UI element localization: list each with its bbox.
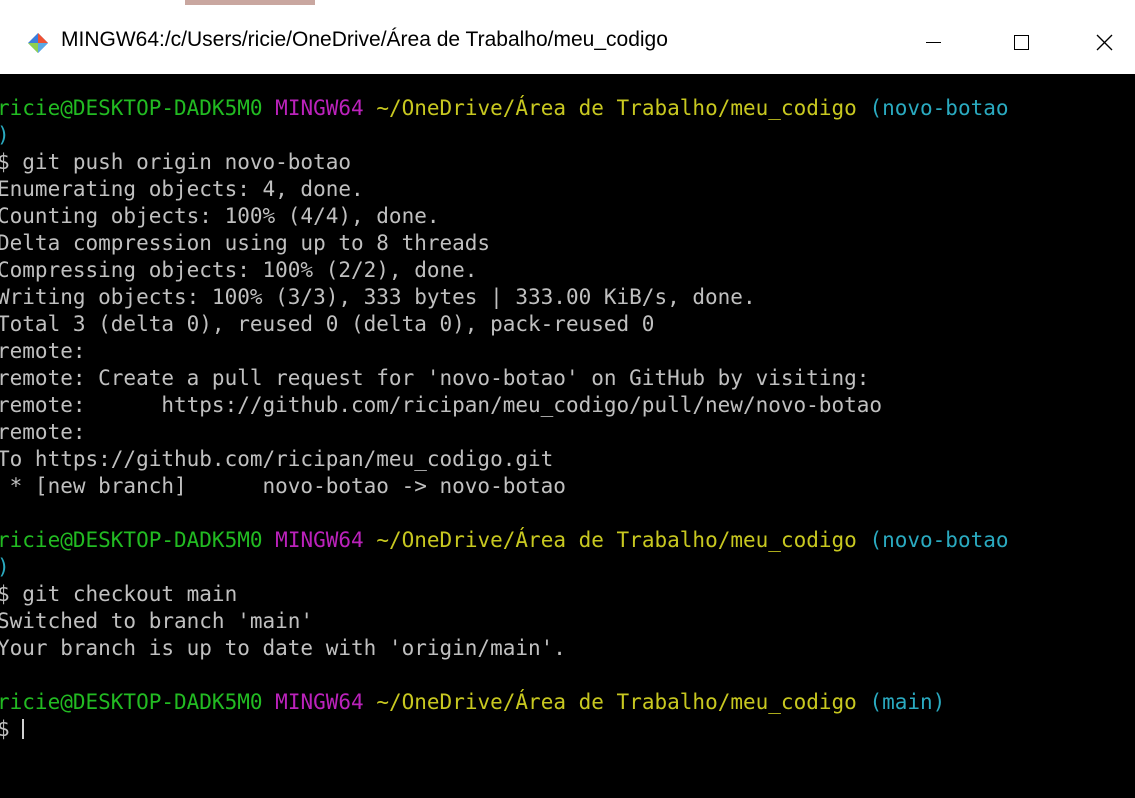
maximize-icon xyxy=(1013,34,1029,50)
prompt-line-wrap: ) xyxy=(0,554,1009,581)
prompt-user: ricie@DESKTOP-DADK5M0 xyxy=(0,96,263,120)
output-line: Total 3 (delta 0), reused 0 (delta 0), p… xyxy=(0,312,655,336)
close-button[interactable] xyxy=(1074,20,1135,64)
prompt-line-wrap: ) xyxy=(0,122,1009,149)
terminal-output: ricie@DESKTOP-DADK5M0 MINGW64 ~/OneDrive… xyxy=(0,95,1009,743)
prompt-user: ricie@DESKTOP-DADK5M0 xyxy=(0,528,263,552)
prompt-path: ~/OneDrive/Área de Trabalho/meu_codigo xyxy=(376,690,857,714)
prompt-branch: (novo-botao xyxy=(869,528,1009,552)
maximize-button[interactable] xyxy=(985,20,1057,64)
terminal-area[interactable]: ricie@DESKTOP-DADK5M0 MINGW64 ~/OneDrive… xyxy=(0,74,1135,798)
output-line: To https://github.com/ricipan/meu_codigo… xyxy=(0,447,554,471)
title-bar[interactable]: MINGW64:/c/Users/ricie/OneDrive/Área de … xyxy=(0,10,1135,74)
prompt-host: MINGW64 xyxy=(275,690,364,714)
prompt-host: MINGW64 xyxy=(275,96,364,120)
window-title: MINGW64:/c/Users/ricie/OneDrive/Área de … xyxy=(61,28,668,51)
output-line: Compressing objects: 100% (2/2), done. xyxy=(0,258,478,282)
output-line: * [new branch] novo-botao -> novo-botao xyxy=(0,474,566,498)
output-line: Delta compression using up to 8 threads xyxy=(0,231,491,255)
blank-line xyxy=(0,500,1009,527)
minimize-button[interactable] xyxy=(897,20,969,64)
prompt-host: MINGW64 xyxy=(275,528,364,552)
command-line: $ git checkout main xyxy=(0,582,238,606)
output-line: remote: https://github.com/ricipan/meu_c… xyxy=(0,393,883,417)
top-edge-strip xyxy=(0,0,1135,10)
input-line[interactable]: $ xyxy=(0,716,1009,743)
command-line: $ git push origin novo-botao xyxy=(0,150,352,174)
output-line: remote: Create a pull request for 'novo-… xyxy=(0,366,870,390)
blank-line xyxy=(0,662,1009,689)
prompt-line: ricie@DESKTOP-DADK5M0 MINGW64 ~/OneDrive… xyxy=(0,95,1009,122)
top-edge-accent xyxy=(185,0,315,5)
prompt-branch-close: ) xyxy=(0,123,10,147)
text-cursor xyxy=(22,719,25,739)
output-line: remote: xyxy=(0,420,86,444)
output-line: remote: xyxy=(0,339,86,363)
prompt-line: ricie@DESKTOP-DADK5M0 MINGW64 ~/OneDrive… xyxy=(0,689,1009,716)
output-line: Enumerating objects: 4, done. xyxy=(0,177,364,201)
prompt-line: ricie@DESKTOP-DADK5M0 MINGW64 ~/OneDrive… xyxy=(0,527,1009,554)
prompt-branch-close: ) xyxy=(0,555,10,579)
output-line: Counting objects: 100% (4/4), done. xyxy=(0,204,440,228)
git-bash-icon xyxy=(28,33,48,53)
prompt-branch: (novo-botao xyxy=(869,96,1009,120)
minimize-icon xyxy=(925,41,941,43)
prompt-branch: (main) xyxy=(869,690,946,714)
output-line: Switched to branch 'main' xyxy=(0,609,314,633)
prompt-path: ~/OneDrive/Área de Trabalho/meu_codigo xyxy=(376,528,857,552)
close-icon xyxy=(1096,34,1113,50)
prompt-symbol: $ xyxy=(0,717,10,741)
output-line: Writing objects: 100% (3/3), 333 bytes |… xyxy=(0,285,756,309)
prompt-user: ricie@DESKTOP-DADK5M0 xyxy=(0,690,263,714)
output-line: Your branch is up to date with 'origin/m… xyxy=(0,636,566,660)
prompt-path: ~/OneDrive/Área de Trabalho/meu_codigo xyxy=(376,96,857,120)
terminal-window: MINGW64:/c/Users/ricie/OneDrive/Área de … xyxy=(0,0,1135,798)
